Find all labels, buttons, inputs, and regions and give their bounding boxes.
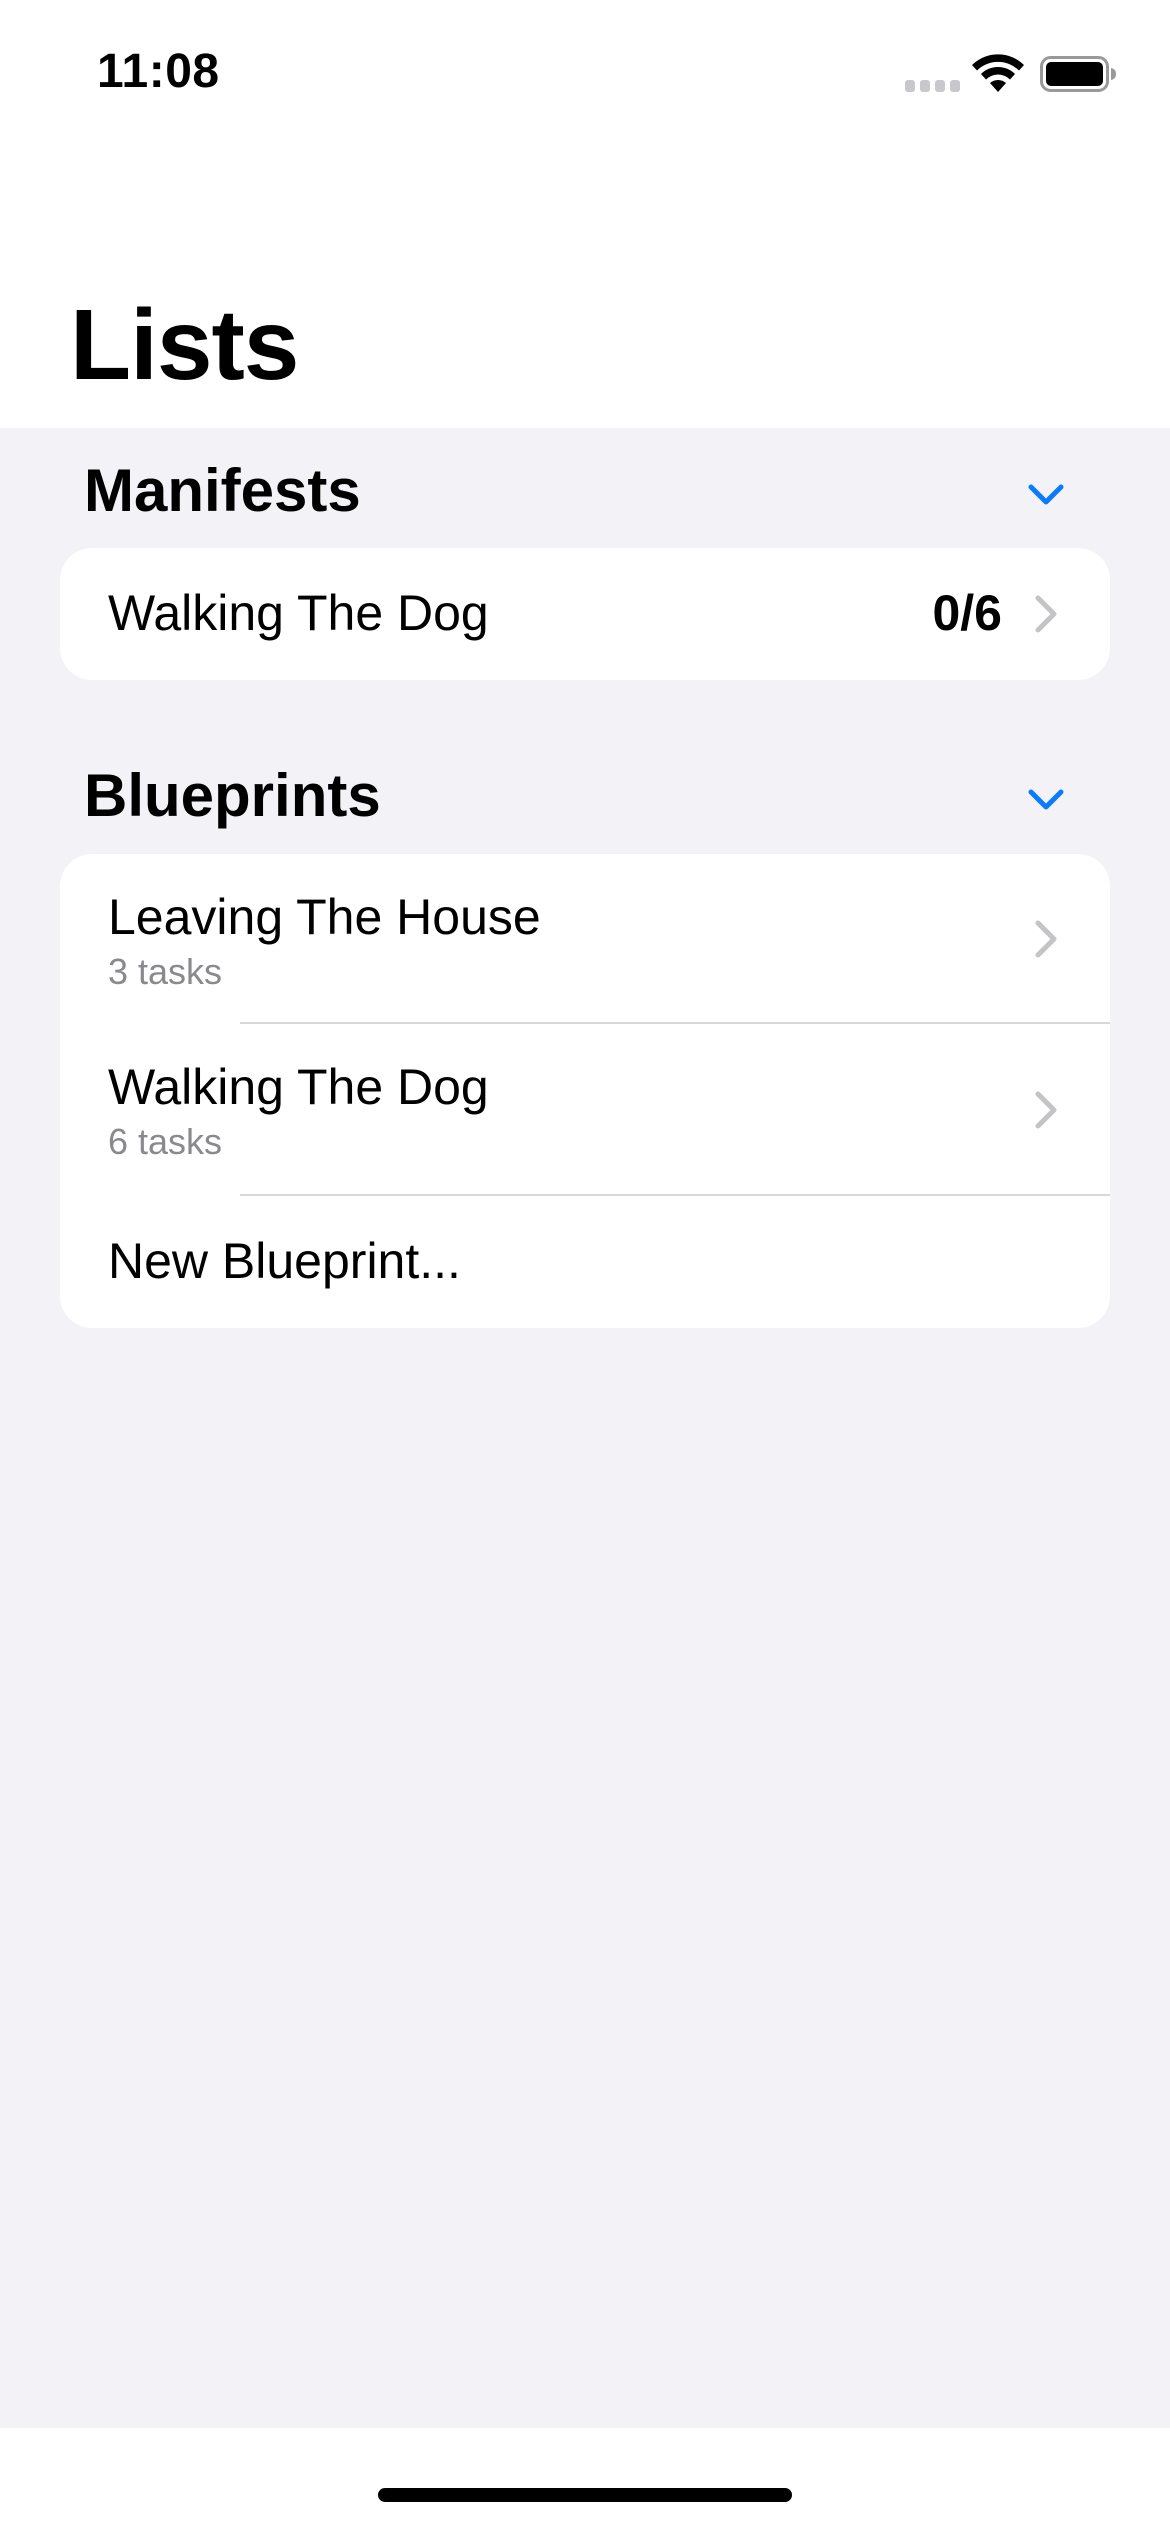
manifest-row-walking-the-dog[interactable]: Walking The Dog 0/6 <box>60 548 1110 680</box>
chevron-right-icon <box>1035 595 1057 633</box>
cellular-signal-icon <box>905 80 960 92</box>
manifest-progress-count: 0/6 <box>932 585 1002 641</box>
page-title: Lists <box>70 289 299 401</box>
section-title-manifests: Manifests <box>84 457 361 524</box>
section-title-blueprints: Blueprints <box>84 762 381 829</box>
blueprints-list: Leaving The House 3 tasks Walking The Do… <box>60 854 1110 1328</box>
blueprint-task-count: 3 tasks <box>108 951 223 992</box>
chevron-right-icon <box>1035 920 1057 958</box>
blueprint-task-count: 6 tasks <box>108 1121 223 1162</box>
home-indicator[interactable] <box>378 2488 792 2502</box>
new-blueprint-button[interactable]: New Blueprint... <box>60 1196 1110 1328</box>
navigation-header: Lists <box>0 150 1170 428</box>
blueprint-row-leaving-the-house[interactable]: Leaving The House 3 tasks <box>60 854 1110 1024</box>
chevron-down-icon[interactable] <box>1022 470 1070 518</box>
chevron-right-icon <box>1035 1091 1057 1129</box>
section-header-manifests[interactable]: Manifests <box>60 440 1110 540</box>
blueprint-row-walking-the-dog[interactable]: Walking The Dog 6 tasks <box>60 1024 1110 1196</box>
section-header-blueprints[interactable]: Blueprints <box>60 745 1110 845</box>
new-blueprint-label: New Blueprint... <box>108 1233 461 1289</box>
status-bar: 11:08 <box>0 0 1170 150</box>
blueprint-title: Leaving The House <box>108 889 541 945</box>
wifi-icon <box>972 54 1024 92</box>
manifests-list: Walking The Dog 0/6 <box>60 548 1110 680</box>
blueprint-title: Walking The Dog <box>108 1059 489 1115</box>
chevron-down-icon[interactable] <box>1022 775 1070 823</box>
manifest-title: Walking The Dog <box>108 585 489 641</box>
home-indicator-area <box>0 2428 1170 2532</box>
battery-icon <box>1040 56 1116 92</box>
status-time: 11:08 <box>97 45 220 98</box>
